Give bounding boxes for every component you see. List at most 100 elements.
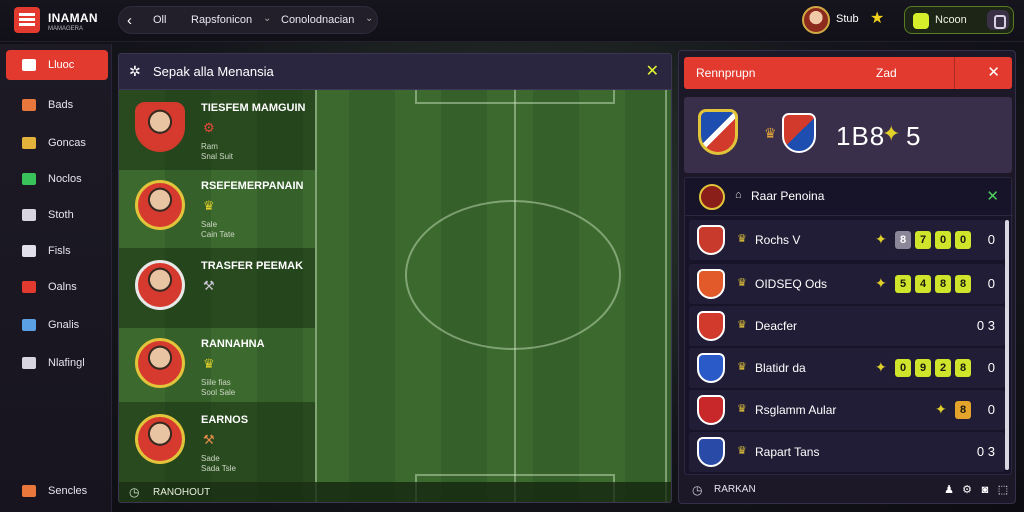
standings-title: Raar Penoina (751, 189, 825, 203)
wallet-icon[interactable] (987, 10, 1009, 30)
team-points: 0 (987, 360, 995, 375)
player-badge-icon: ♛ (203, 198, 215, 213)
top-goal-box (415, 88, 615, 104)
player-name: EARNOS (201, 414, 249, 426)
player-meta: Siile fias (201, 378, 231, 387)
trophy-icon (22, 137, 36, 149)
player-card[interactable]: RSEFEMERPANAIN ♛ Sale Cain Tate (119, 168, 315, 248)
close-icon[interactable]: ✕ (646, 61, 659, 81)
team-name: Rsglamm Aular (755, 403, 837, 417)
close-icon[interactable]: ✕ (986, 187, 999, 205)
crown-icon: ♛ (737, 361, 747, 373)
breadcrumb-item-2[interactable]: Rapsfonicon (191, 14, 252, 26)
crown-icon: ♛ (737, 403, 747, 415)
sidebar-item-1[interactable]: Bads (6, 90, 108, 120)
touch-line (315, 90, 317, 502)
team-points: 0 (987, 232, 995, 247)
chevron-down-icon[interactable]: ⌄ (365, 13, 373, 24)
home-icon (22, 59, 36, 71)
scrollbar[interactable] (1005, 220, 1009, 470)
panel-header: ✲ Sepak alla Menansia ✕ (119, 54, 671, 90)
sidebar-item-settings[interactable]: Sencles (6, 476, 108, 506)
footer-label: RARKAN (714, 484, 756, 495)
top-bar: INAMAN MAMAGERA ‹ Oll Rapsfonicon ⌄ Cono… (0, 0, 1024, 42)
club-crest-icon (697, 437, 725, 467)
match-summary[interactable]: ♛ 1B8 ✦ 5 (684, 97, 1012, 173)
standings-row[interactable]: ♛ OIDSEQ Ods ✦ 5 4 8 8 0 (689, 264, 1005, 304)
star-icon: ✦ (935, 401, 947, 417)
club-crest-icon (697, 395, 725, 425)
standings-row[interactable]: ♛ Rsglamm Aular ✦ 8 0 (689, 390, 1005, 430)
sidebar-item-label: Nlafingl (48, 357, 85, 369)
avatar[interactable] (802, 6, 830, 34)
user-profile[interactable]: Stub ★ (800, 4, 895, 36)
currency-button[interactable]: Ncoon (904, 6, 1014, 34)
crown-icon: ♛ (737, 319, 747, 331)
close-icon[interactable]: ✕ (987, 63, 1000, 81)
sidebar-item-7[interactable]: Gnalis (6, 310, 108, 340)
whistle-icon: ✲ (129, 63, 141, 79)
people-icon[interactable]: ♟ (942, 483, 956, 497)
standings-row[interactable]: ♛ Blatidr da ✦ 0 9 2 8 0 (689, 348, 1005, 388)
player-badge-icon: ⚒ (203, 432, 215, 447)
player-avatar (135, 338, 185, 388)
settings-icon (22, 485, 36, 497)
app-logo[interactable]: INAMAN MAMAGERA (14, 5, 114, 35)
player-card[interactable]: EARNOS ⚒ Sade Sada Tsle (119, 402, 315, 482)
crown-icon: ♛ (737, 445, 747, 457)
crown-icon: ♛ (737, 277, 747, 289)
league-panel: Rennprupn Zad ✕ ♛ 1B8 ✦ 5 ⌂ Raar Penoina… (678, 50, 1016, 504)
chevron-down-icon[interactable]: ⌄ (263, 13, 271, 24)
sidebar-item-4[interactable]: Stoth (6, 200, 108, 230)
sidebar-item-0[interactable]: Lluoc (6, 50, 108, 80)
breadcrumb: ‹ Oll Rapsfonicon ⌄ Conolodnacian ⌄ (118, 6, 378, 34)
sidebar-item-8[interactable]: Nlafingl (6, 348, 108, 378)
sidebar-item-6[interactable]: Oalns (6, 272, 108, 302)
result-cell: 0 (935, 231, 951, 249)
clock-icon: ◷ (692, 483, 703, 497)
list-icon (22, 99, 36, 111)
player-badge-icon: ♛ (203, 356, 215, 371)
player-meta: Snal Suit (201, 152, 234, 161)
club-crest-icon (697, 269, 725, 299)
sidebar-item-label: Noclos (48, 173, 82, 185)
standings-row[interactable]: ♛ Rapart Tans 0 3 (689, 432, 1005, 472)
result-cell: 8 (955, 359, 971, 377)
standings-list: ⌂ Raar Penoina ✕ ♛ Rochs V ✦ 8 7 0 0 0 ♛ OIDSEQ O… (684, 177, 1013, 475)
team-points: 0 3 (976, 444, 995, 459)
breadcrumb-item-1[interactable]: Oll (153, 14, 166, 26)
standings-row[interactable]: ♛ Rochs V ✦ 8 7 0 0 0 (689, 220, 1005, 260)
player-meta: Sool Sale (201, 388, 236, 397)
sidebar-item-5[interactable]: Fisls (6, 236, 108, 266)
back-arrow-icon[interactable]: ‹ (127, 12, 132, 29)
coin-icon (913, 13, 929, 29)
team-points: 0 (987, 402, 995, 417)
away-crest-icon (782, 113, 816, 153)
sidebar: Lluoc Bads Goncas Noclos Stoth Fisls Oalns Gnal… (0, 44, 112, 512)
chat-icon[interactable]: ◙ (978, 483, 992, 497)
squad-panel: ✲ Sepak alla Menansia ✕ TIESFEM MAMGUIN ⚙… (118, 53, 672, 503)
star-icon: ✦ (875, 359, 887, 375)
result-cell: 4 (915, 275, 931, 293)
player-card[interactable]: RANNAHNA ♛ Siile fias Sool Sale (119, 326, 315, 406)
result-cell: 8 (935, 275, 951, 293)
expand-icon[interactable]: ⬚ (996, 483, 1010, 497)
sidebar-item-label: Fisls (48, 245, 71, 257)
league-footer: ◷ RARKAN ♟ ⚙ ◙ ⬚ (684, 479, 1012, 501)
settings-icon[interactable]: ⚙ (960, 483, 974, 497)
star-icon: ✦ (875, 275, 887, 291)
standings-row[interactable]: ♛ Deacfer 0 3 (689, 306, 1005, 346)
sidebar-item-3[interactable]: Noclos (6, 164, 108, 194)
player-card[interactable]: TRASFER PEEMAK ⚒ (119, 248, 315, 328)
team-name: Blatidr da (755, 361, 806, 375)
currency-label: Ncoon (935, 14, 967, 26)
sidebar-item-2[interactable]: Goncas (6, 128, 108, 158)
star-icon: ★ (870, 10, 885, 27)
logo-subtitle: MAMAGERA (48, 26, 84, 32)
result-cell: 7 (915, 231, 931, 249)
center-circle (405, 200, 621, 350)
result-cell: 2 (935, 359, 951, 377)
breadcrumb-item-3[interactable]: Conolodnacian (281, 14, 354, 26)
player-card[interactable]: TIESFEM MAMGUIN ⚙ Ram Snal Suit (119, 90, 315, 170)
logo-text: INAMAN (48, 11, 98, 25)
